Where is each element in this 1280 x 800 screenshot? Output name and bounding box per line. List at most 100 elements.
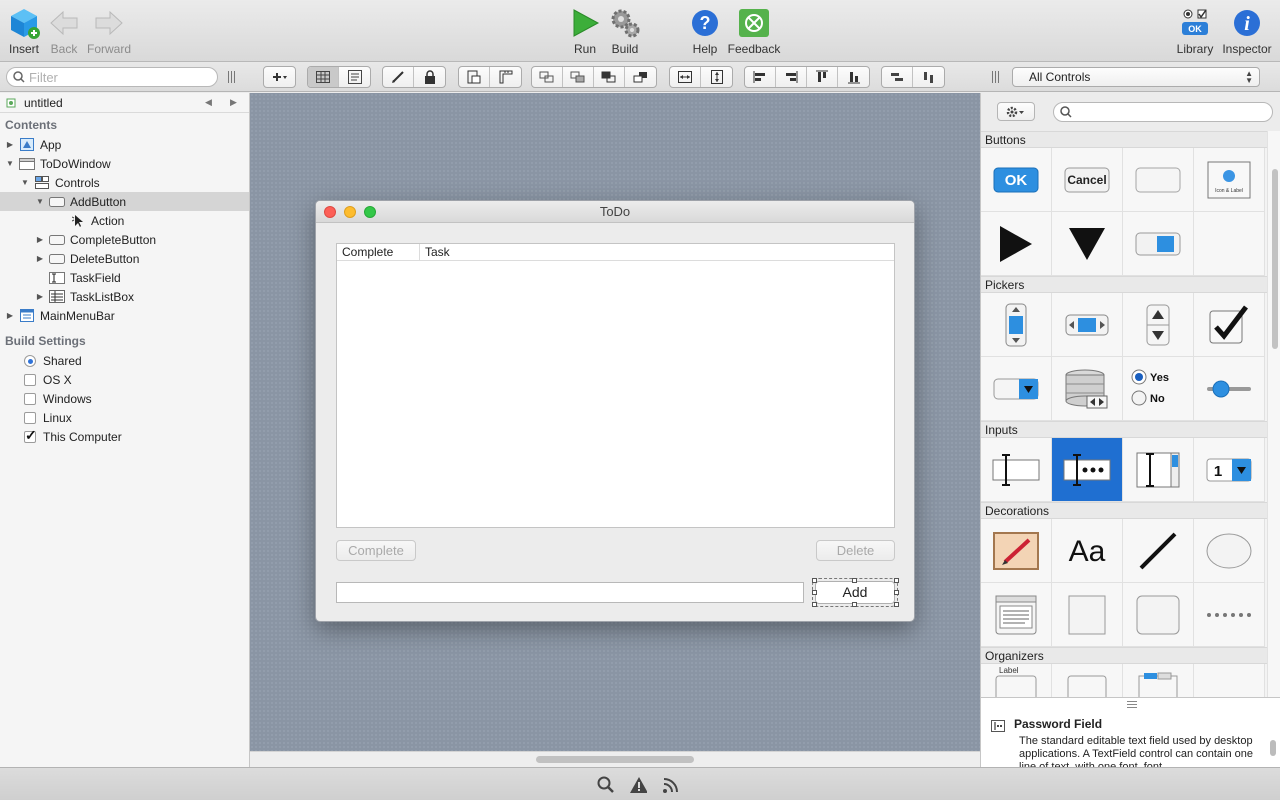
library-action-menu[interactable]: [997, 102, 1035, 121]
library-item-checkbox[interactable]: [1194, 293, 1265, 357]
align-left-icon[interactable]: [745, 67, 776, 87]
disclosure-right-icon[interactable]: ▶: [5, 140, 15, 149]
task-field[interactable]: [336, 582, 804, 603]
splitter-grip[interactable]: [228, 71, 236, 83]
library-item-group-box[interactable]: Label: [981, 664, 1052, 697]
scrollbar-thumb[interactable]: [1272, 169, 1278, 349]
library-item-label[interactable]: Aa: [1052, 519, 1123, 583]
build-target-windows[interactable]: Windows: [0, 389, 249, 408]
build-target-linux[interactable]: Linux: [0, 408, 249, 427]
arrange-icon-3[interactable]: [594, 67, 625, 87]
library-item-disclosure-triangle[interactable]: [981, 212, 1052, 276]
layout-view-icon[interactable]: [308, 67, 339, 87]
library-item-canvas[interactable]: [981, 519, 1052, 583]
nav-back-icon[interactable]: ◀: [205, 97, 212, 108]
warning-icon[interactable]: [629, 776, 647, 794]
distribute-v-icon[interactable]: [913, 67, 944, 87]
close-icon[interactable]: [324, 206, 336, 218]
window-titlebar[interactable]: ToDo: [316, 201, 914, 223]
checkbox[interactable]: [24, 411, 36, 424]
library-item-cancel-button[interactable]: Cancel: [1052, 148, 1123, 212]
library-item-slider[interactable]: [1194, 357, 1265, 421]
library-item-bevel-button[interactable]: Icon & Label: [1194, 148, 1265, 212]
resize-handle[interactable]: [894, 602, 899, 607]
nav-item-addbutton[interactable]: ▼ AddButton: [0, 192, 249, 211]
resize-handle[interactable]: [894, 578, 899, 583]
nav-item-deletebutton[interactable]: ▶ DeleteButton: [0, 249, 249, 268]
nav-item-action[interactable]: Action: [0, 211, 249, 230]
checkbox-checked[interactable]: [24, 427, 37, 444]
nav-item-tasklistbox[interactable]: ▶ TaskListBox: [0, 287, 249, 306]
library-item-html-viewer[interactable]: [981, 583, 1052, 647]
add-menu-button[interactable]: [263, 66, 296, 88]
library-item-rounded-rectangle[interactable]: [1123, 583, 1194, 647]
arrange-icon-1[interactable]: [532, 67, 563, 87]
scrollbar-thumb[interactable]: [536, 756, 694, 763]
design-window[interactable]: ToDo Complete Task Complete Delete Add: [315, 200, 915, 622]
library-item-updown-arrows[interactable]: [1123, 293, 1194, 357]
resize-handle[interactable]: [812, 602, 817, 607]
task-listbox[interactable]: Complete Task: [336, 243, 895, 528]
build-target-shared[interactable]: Shared: [0, 351, 249, 370]
library-item-generic-button[interactable]: [1123, 148, 1194, 212]
bring-front-icon[interactable]: [459, 67, 490, 87]
checkbox[interactable]: [24, 392, 36, 405]
project-name[interactable]: untitled: [24, 96, 63, 110]
library-item-slider-vertical[interactable]: [981, 293, 1052, 357]
zoom-icon[interactable]: [364, 206, 376, 218]
nav-item-completebutton[interactable]: ▶ CompleteButton: [0, 230, 249, 249]
resize-grip-icon[interactable]: [1127, 701, 1137, 710]
minimize-icon[interactable]: [344, 206, 356, 218]
delete-button[interactable]: Delete: [816, 540, 895, 561]
library-item-combo-box[interactable]: 1: [1194, 438, 1265, 502]
align-top-icon[interactable]: [807, 67, 838, 87]
column-header[interactable]: Task: [420, 244, 450, 260]
library-item-text-field[interactable]: [981, 438, 1052, 502]
add-plus-icon[interactable]: [264, 67, 295, 87]
nav-item-taskfield[interactable]: TaskField: [0, 268, 249, 287]
checkbox[interactable]: [24, 373, 36, 386]
arrange-icon-4[interactable]: [625, 67, 656, 87]
library-item-disclosure-triangle-down[interactable]: [1052, 212, 1123, 276]
column-header[interactable]: Complete: [337, 244, 420, 260]
library-item-oval[interactable]: [1194, 519, 1265, 583]
pencil-icon[interactable]: [383, 67, 414, 87]
library-item-ok-button[interactable]: OK: [981, 148, 1052, 212]
disclosure-right-icon[interactable]: ▶: [5, 311, 15, 320]
nav-item-mainmenubar[interactable]: ▶ MainMenuBar: [0, 306, 249, 325]
canvas-horizontal-scrollbar[interactable]: [250, 751, 980, 767]
nav-item-app[interactable]: ▶ App: [0, 135, 249, 154]
nav-item-controls[interactable]: ▼ Controls: [0, 173, 249, 192]
disclosure-right-icon[interactable]: ▶: [35, 254, 45, 263]
controls-filter-select[interactable]: All Controls ▲ ▼: [1012, 67, 1260, 87]
disclosure-right-icon[interactable]: ▶: [35, 292, 45, 301]
resize-handle[interactable]: [894, 590, 899, 595]
filter-input[interactable]: [29, 69, 209, 85]
feed-icon[interactable]: [662, 776, 680, 794]
add-button[interactable]: Add: [812, 578, 898, 607]
resize-handle[interactable]: [852, 602, 857, 607]
search-icon[interactable]: [597, 776, 615, 794]
help-button[interactable]: ? Help: [677, 6, 733, 56]
equal-width-icon[interactable]: [670, 67, 701, 87]
resize-handle[interactable]: [852, 578, 857, 583]
align-bottom-icon[interactable]: [838, 67, 869, 87]
disclosure-down-icon[interactable]: ▼: [35, 197, 45, 206]
inspector-button[interactable]: i Inspector: [1219, 6, 1275, 56]
build-target-this-computer[interactable]: This Computer: [0, 427, 249, 446]
splitter-grip-right[interactable]: [992, 71, 1000, 83]
arrange-icon-2[interactable]: [563, 67, 594, 87]
ruler-icon[interactable]: [490, 67, 521, 87]
library-item-separator[interactable]: [1194, 583, 1265, 647]
library-item-password-field[interactable]: [1052, 438, 1123, 502]
library-search-field[interactable]: [1053, 102, 1273, 122]
filter-field[interactable]: [6, 67, 218, 87]
complete-button[interactable]: Complete: [336, 540, 416, 561]
resize-handle[interactable]: [812, 578, 817, 583]
library-item-radio-group[interactable]: Yes No: [1123, 357, 1194, 421]
library-button[interactable]: OK Library: [1167, 6, 1223, 56]
disclosure-right-icon[interactable]: ▶: [35, 235, 45, 244]
library-item-rectangle[interactable]: [1052, 583, 1123, 647]
library-item-container[interactable]: [1052, 664, 1123, 697]
equal-height-icon[interactable]: [701, 67, 732, 87]
